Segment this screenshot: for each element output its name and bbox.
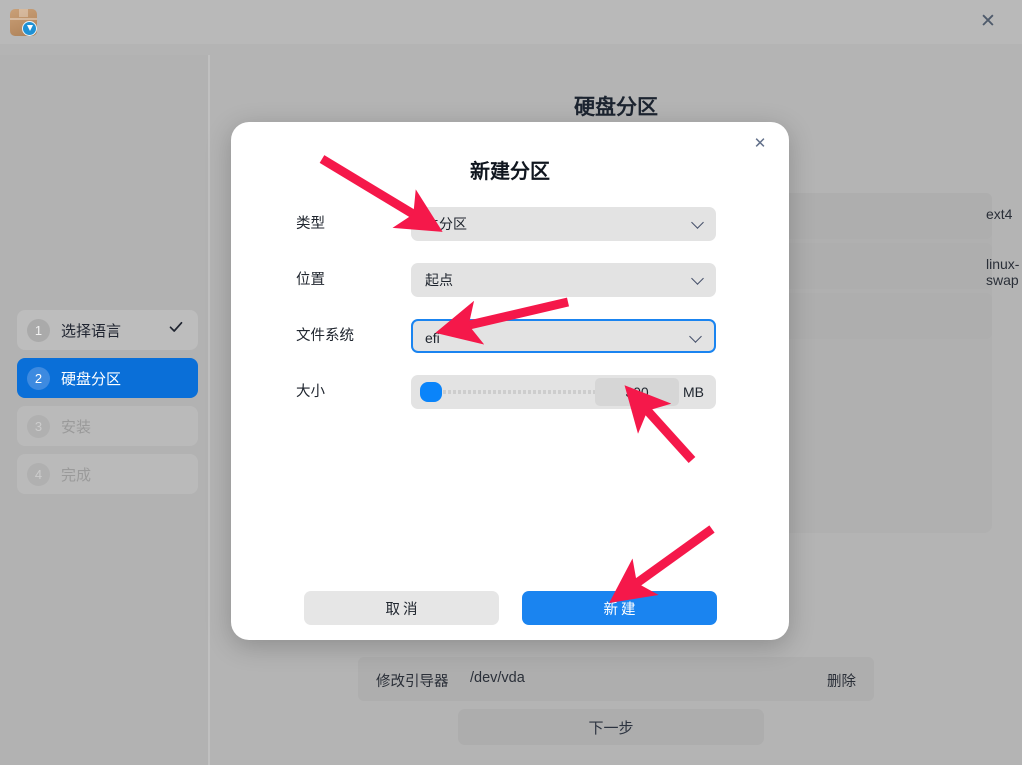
window-close-button[interactable]: ✕ xyxy=(977,11,999,33)
bootloader-device-value: /dev/vda xyxy=(470,670,525,686)
delete-button[interactable]: 删除 xyxy=(827,670,856,691)
step-number: 4 xyxy=(27,462,50,486)
location-value: 起点 xyxy=(425,272,453,288)
field-row-size: 大小 300 MB xyxy=(231,375,789,409)
size-unit-label: MB xyxy=(683,384,704,400)
step-number: 1 xyxy=(27,318,50,342)
location-label: 位置 xyxy=(296,272,325,288)
boot-loader-bar: 修改引导器 /dev/vda 删除 xyxy=(358,657,874,701)
sidebar-step-select-language[interactable]: 1 选择语言 xyxy=(17,310,198,350)
step-label: 选择语言 xyxy=(61,322,122,340)
chevron-down-icon xyxy=(693,274,704,285)
dialog-close-button[interactable]: ✕ xyxy=(748,132,772,156)
installer-window: ✕ 1 选择语言 2 硬盘分区 3 安装 4 完成 硬盘分区 ext4 linu… xyxy=(0,0,1022,765)
partition-filesystem: ext4 xyxy=(986,206,1013,222)
type-select[interactable]: 主分区 xyxy=(411,207,716,241)
field-row-type: 类型 主分区 xyxy=(231,207,789,241)
field-row-location: 位置 起点 xyxy=(231,263,789,297)
step-label: 硬盘分区 xyxy=(61,370,122,388)
next-step-button[interactable]: 下一步 xyxy=(458,709,764,745)
filesystem-value: efi xyxy=(425,330,440,346)
step-list: 1 选择语言 2 硬盘分区 3 安装 4 完成 xyxy=(17,310,198,502)
step-label: 安装 xyxy=(61,418,92,436)
new-partition-dialog: ✕ 新建分区 类型 主分区 位置 起点 文件系统 efi 大小 300 MB 取… xyxy=(231,122,789,640)
step-number: 2 xyxy=(27,366,50,390)
step-number: 3 xyxy=(27,414,50,438)
package-download-icon xyxy=(10,9,37,36)
sidebar: 1 选择语言 2 硬盘分区 3 安装 4 完成 xyxy=(0,55,208,765)
filesystem-label: 文件系统 xyxy=(296,328,354,344)
title-bar: ✕ xyxy=(0,0,1022,44)
size-slider-track[interactable] xyxy=(423,390,598,394)
size-label: 大小 xyxy=(296,384,325,400)
create-button[interactable]: 新建 xyxy=(522,591,717,625)
step-label: 完成 xyxy=(61,466,92,484)
chevron-down-icon xyxy=(693,218,704,229)
modify-bootloader-button[interactable]: 修改引导器 xyxy=(376,670,449,691)
type-label: 类型 xyxy=(296,216,325,232)
partition-filesystem: linux-swap xyxy=(986,256,1020,288)
sidebar-step-finish: 4 完成 xyxy=(17,454,198,494)
check-icon xyxy=(168,319,184,335)
sidebar-step-disk-partition[interactable]: 2 硬盘分区 xyxy=(17,358,198,398)
type-value: 主分区 xyxy=(425,216,467,232)
size-slider-handle[interactable] xyxy=(420,382,442,402)
size-control: 300 MB xyxy=(411,375,716,409)
cancel-button[interactable]: 取消 xyxy=(304,591,499,625)
page-title: 硬盘分区 xyxy=(574,96,658,119)
chevron-down-icon xyxy=(691,332,702,343)
location-select[interactable]: 起点 xyxy=(411,263,716,297)
sidebar-step-install: 3 安装 xyxy=(17,406,198,446)
field-row-filesystem: 文件系统 efi xyxy=(231,319,789,353)
dialog-title: 新建分区 xyxy=(470,161,550,183)
filesystem-select[interactable]: efi xyxy=(411,319,716,353)
size-input[interactable]: 300 xyxy=(595,378,679,406)
